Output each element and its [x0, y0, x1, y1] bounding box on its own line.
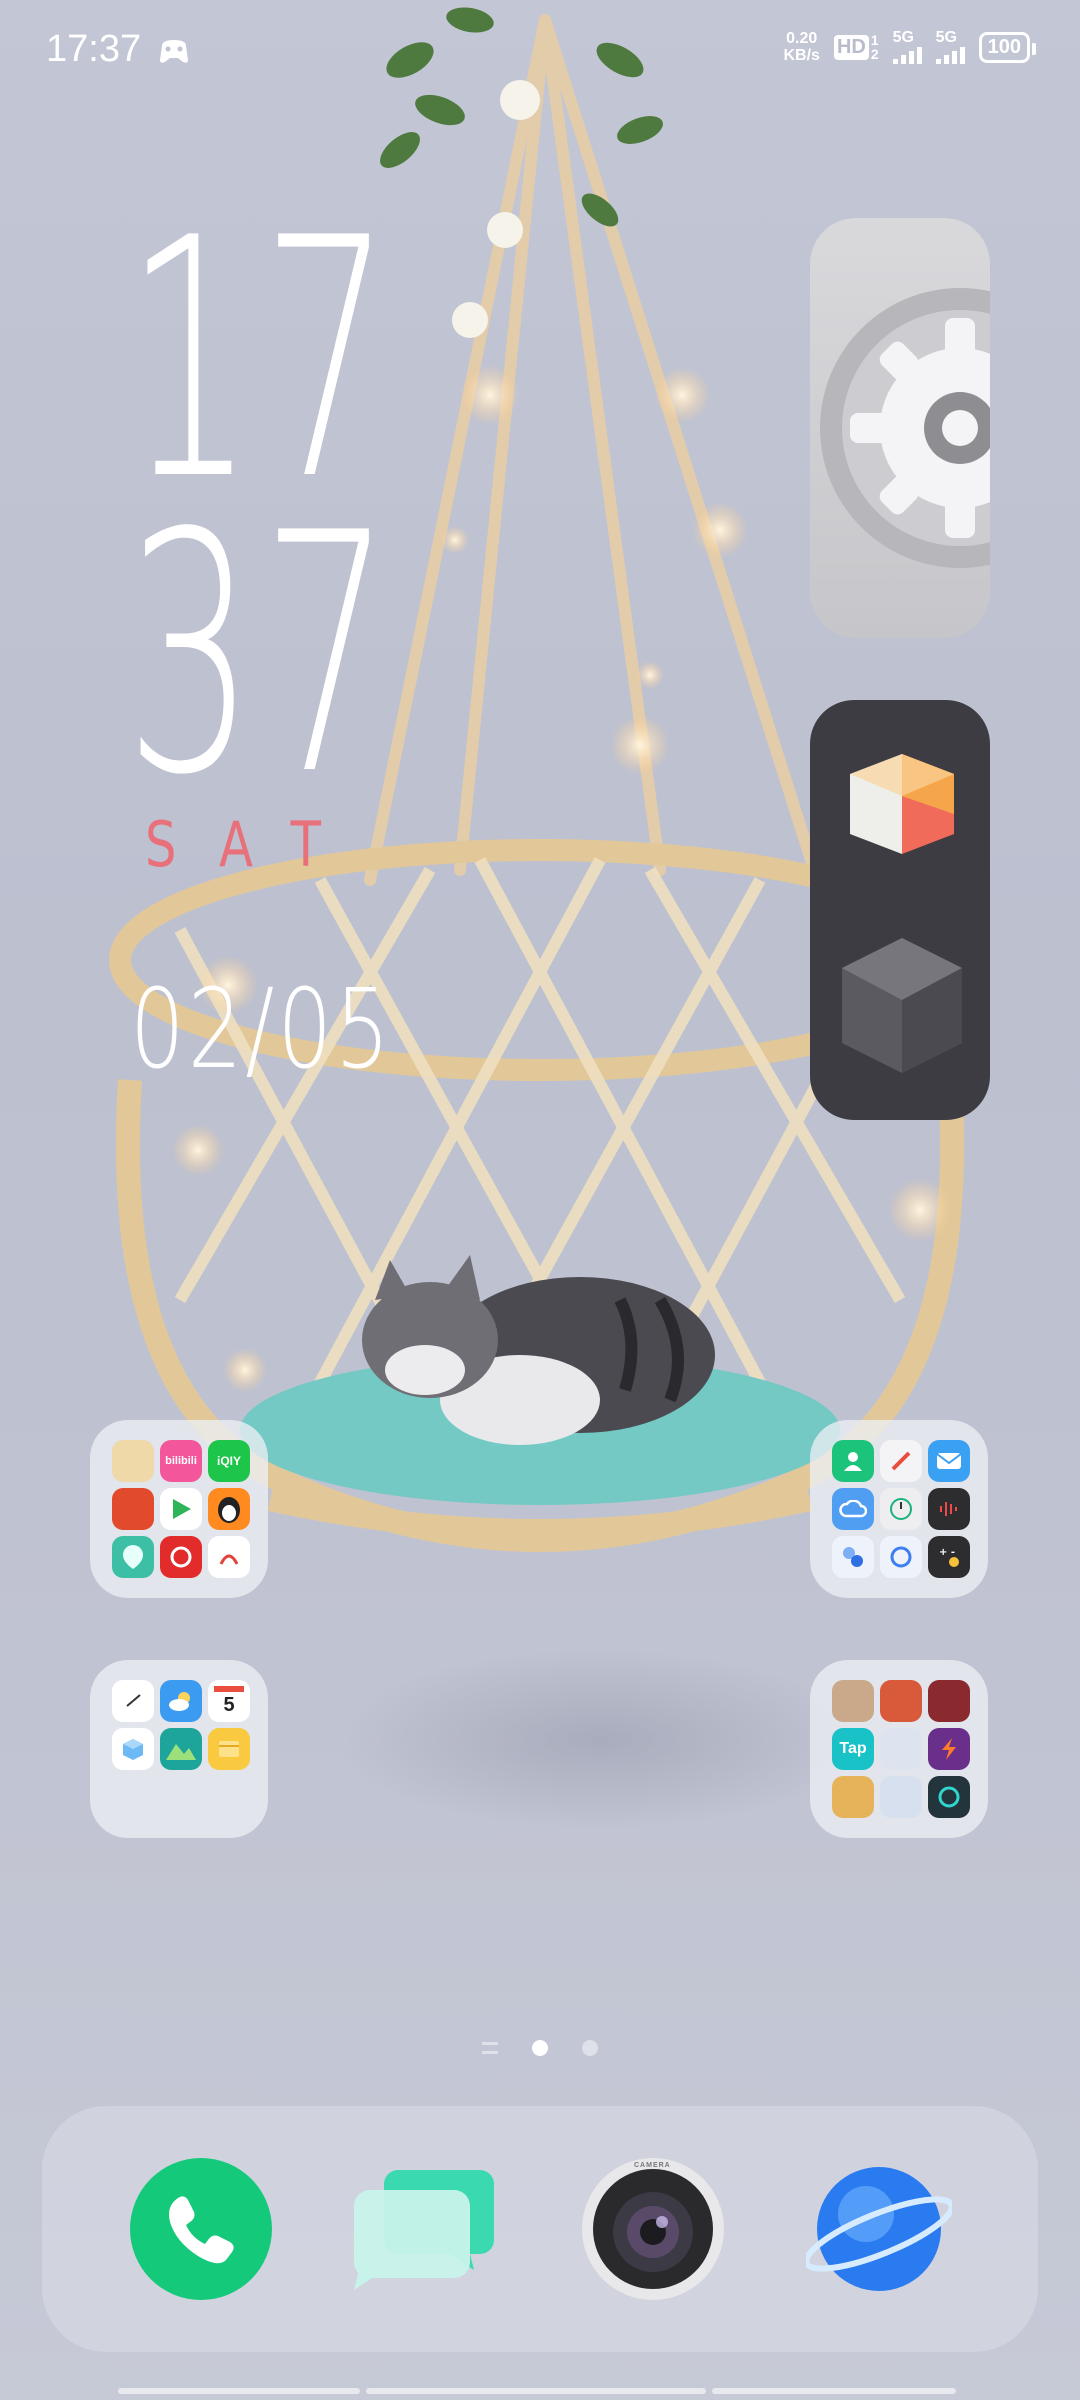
camera-icon[interactable] — [580, 2156, 726, 2302]
assistant-icon — [832, 1536, 874, 1578]
phone-icon[interactable] — [128, 2156, 274, 2302]
net-speed-value: 0.20 — [786, 30, 818, 47]
game-app-icon — [112, 1488, 154, 1530]
manga-app-icon — [112, 1440, 154, 1482]
gesture-navigation-bar[interactable] — [118, 2388, 962, 2396]
game-7-icon — [832, 1776, 874, 1818]
gear-icon — [820, 288, 990, 568]
app-folder-1[interactable]: bilibili iQIY — [90, 1420, 268, 1598]
battery-icon: 100 — [978, 31, 1037, 63]
signal-bars-icon — [935, 46, 965, 64]
taptap-icon: Tap — [832, 1728, 874, 1770]
sim1-label: 5G — [892, 29, 914, 46]
clock-day: SAT — [145, 808, 363, 881]
calendar-icon: 5 — [208, 1680, 250, 1722]
page-indicator[interactable] — [482, 2040, 598, 2056]
hd-label: HD — [833, 34, 869, 60]
signal-sim1: 5G — [892, 29, 922, 64]
network-speed: 0.20 KB/s — [783, 30, 819, 64]
game-8-icon — [880, 1776, 922, 1818]
hd-sub-top: 1 — [870, 32, 879, 48]
iqiyi-icon: iQIY — [208, 1440, 250, 1482]
game-5-icon — [880, 1728, 922, 1770]
app-folder-3[interactable]: 5 — [90, 1660, 268, 1838]
iqiyi-label: iQIY — [216, 1454, 241, 1468]
recorder-icon — [928, 1488, 970, 1530]
dark-cube-icon — [842, 938, 962, 1073]
calendar-day: 5 — [223, 1693, 235, 1716]
app-folder-4[interactable]: Tap — [810, 1660, 988, 1838]
app-folder-2[interactable]: + - — [810, 1420, 988, 1598]
bilibili-icon: bilibili — [160, 1440, 202, 1482]
game-9-icon — [928, 1776, 970, 1818]
sim2-label: 5G — [935, 29, 957, 46]
page-dot-2[interactable] — [582, 2040, 598, 2056]
penguin-app-icon — [208, 1488, 250, 1530]
settings-widget[interactable] — [810, 218, 990, 638]
game-controller-notification-icon — [160, 40, 188, 63]
weather-icon — [160, 1680, 202, 1722]
svg-text:+ -: + - — [939, 1547, 955, 1558]
clock-minutes[interactable]: 37 — [125, 490, 398, 820]
cloud-icon — [832, 1488, 874, 1530]
notes-icon — [208, 1728, 250, 1770]
hd-sub-bottom: 2 — [870, 46, 879, 62]
game-1-icon — [832, 1680, 874, 1722]
minus-one-page-icon[interactable] — [482, 2042, 498, 2054]
messages-icon[interactable] — [350, 2156, 496, 2302]
clock-date[interactable]: 02/05 — [130, 965, 393, 1093]
clock-icon — [112, 1680, 154, 1722]
play-store-icon — [160, 1488, 202, 1530]
bilibili-label: bilibili — [165, 1455, 197, 1467]
signal-bars-icon — [892, 46, 922, 64]
taptap-label: Tap — [839, 1740, 867, 1757]
status-time: 17:37 — [46, 28, 142, 70]
contacts-icon — [832, 1440, 874, 1482]
map-pin-app-icon — [112, 1536, 154, 1578]
game-3-icon — [928, 1680, 970, 1722]
colored-cube-icon — [850, 754, 954, 854]
clock-app-icon — [880, 1488, 922, 1530]
photos-icon — [160, 1728, 202, 1770]
dock: CAMERA — [42, 2106, 1038, 2352]
calculator-icon: + - — [928, 1536, 970, 1578]
cube-widget[interactable] — [810, 700, 990, 1120]
game-6-icon — [928, 1728, 970, 1770]
sync-icon — [880, 1536, 922, 1578]
cube-app-icon — [112, 1728, 154, 1770]
mail-icon — [928, 1440, 970, 1482]
compass-icon — [880, 1440, 922, 1482]
net-speed-unit: KB/s — [783, 47, 820, 64]
battery-level: 100 — [987, 35, 1021, 58]
camera-label: CAMERA — [634, 2162, 671, 2169]
signal-sim2: 5G — [935, 29, 965, 64]
game-2-icon — [880, 1680, 922, 1722]
notes-app-icon — [208, 1536, 250, 1578]
browser-icon[interactable] — [806, 2156, 952, 2302]
page-dot-1[interactable] — [532, 2040, 548, 2056]
hd-voice-badge: HD 1 2 — [833, 32, 879, 62]
status-bar: 17:37 0.20 KB/s HD 1 2 5G 5G 100 — [0, 0, 1080, 100]
netease-music-icon — [160, 1536, 202, 1578]
